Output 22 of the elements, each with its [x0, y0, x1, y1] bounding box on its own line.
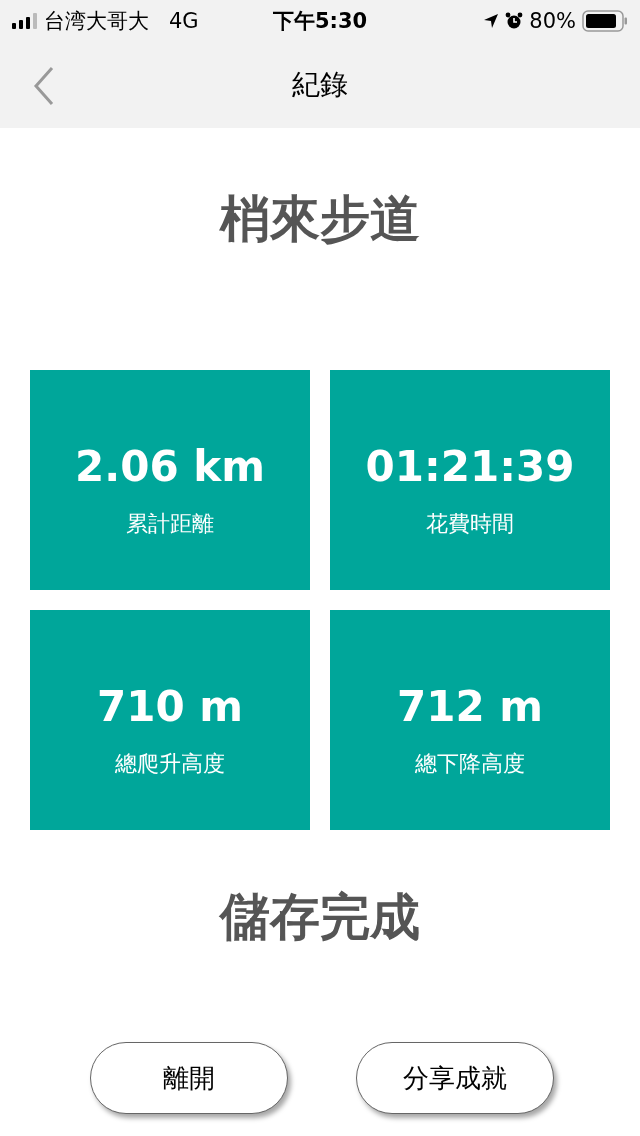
network-type: 4G — [169, 9, 199, 33]
stat-label: 累計距離 — [126, 509, 214, 538]
save-message: 儲存完成 — [218, 887, 421, 948]
trail-name: 梢來步道 — [218, 189, 421, 250]
stat-label: 花費時間 — [426, 509, 514, 538]
stat-value: 01:21:39 — [365, 441, 575, 491]
signal-icon — [12, 13, 38, 29]
clock: 下午5:30 — [272, 8, 368, 35]
nav-title: 紀錄 — [292, 67, 348, 103]
stat-label: 總下降高度 — [415, 749, 525, 778]
action-button[interactable]: 離開 — [90, 1042, 288, 1114]
battery-icon — [582, 10, 628, 32]
battery-percent: 80% — [529, 9, 576, 33]
chevron-left-icon — [32, 66, 56, 106]
action-button[interactable]: 分享成就 — [356, 1042, 554, 1114]
location-arrow-icon — [483, 13, 500, 29]
stat-value: 710 m — [96, 681, 244, 731]
stat-value: 712 m — [396, 681, 544, 731]
alarm-clock-icon — [505, 12, 524, 30]
stat-label: 總爬升高度 — [115, 749, 225, 778]
carrier-name: 台湾大哥大 — [44, 8, 149, 35]
stat-value: 2.06 km — [75, 441, 265, 491]
